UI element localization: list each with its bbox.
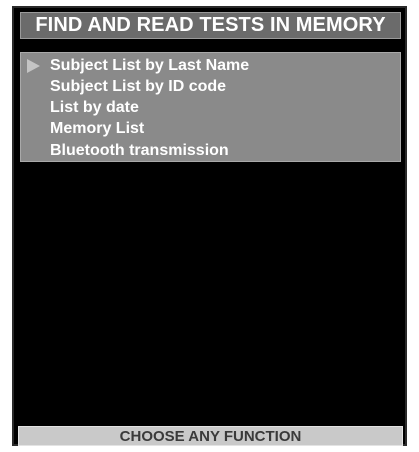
menu-item-subject-list-by-id-code[interactable]: Subject List by ID code (50, 77, 226, 97)
menu-item-bluetooth-transmission[interactable]: Bluetooth transmission (50, 141, 229, 161)
device-screen: FIND AND READ TESTS IN MEMORY Subject Li… (12, 6, 407, 446)
menu-item-subject-list-by-last-name[interactable]: Subject List by Last Name (50, 56, 249, 76)
menu-item-list-by-date[interactable]: List by date (50, 98, 139, 118)
screen-title: FIND AND READ TESTS IN MEMORY (20, 12, 401, 39)
page-frame: FIND AND READ TESTS IN MEMORY Subject Li… (0, 0, 419, 452)
selection-pointer-icon (27, 59, 40, 73)
function-menu: Subject List by Last Name Subject List b… (20, 52, 401, 162)
menu-item-memory-list[interactable]: Memory List (50, 119, 144, 139)
status-bar: CHOOSE ANY FUNCTION (18, 426, 403, 446)
